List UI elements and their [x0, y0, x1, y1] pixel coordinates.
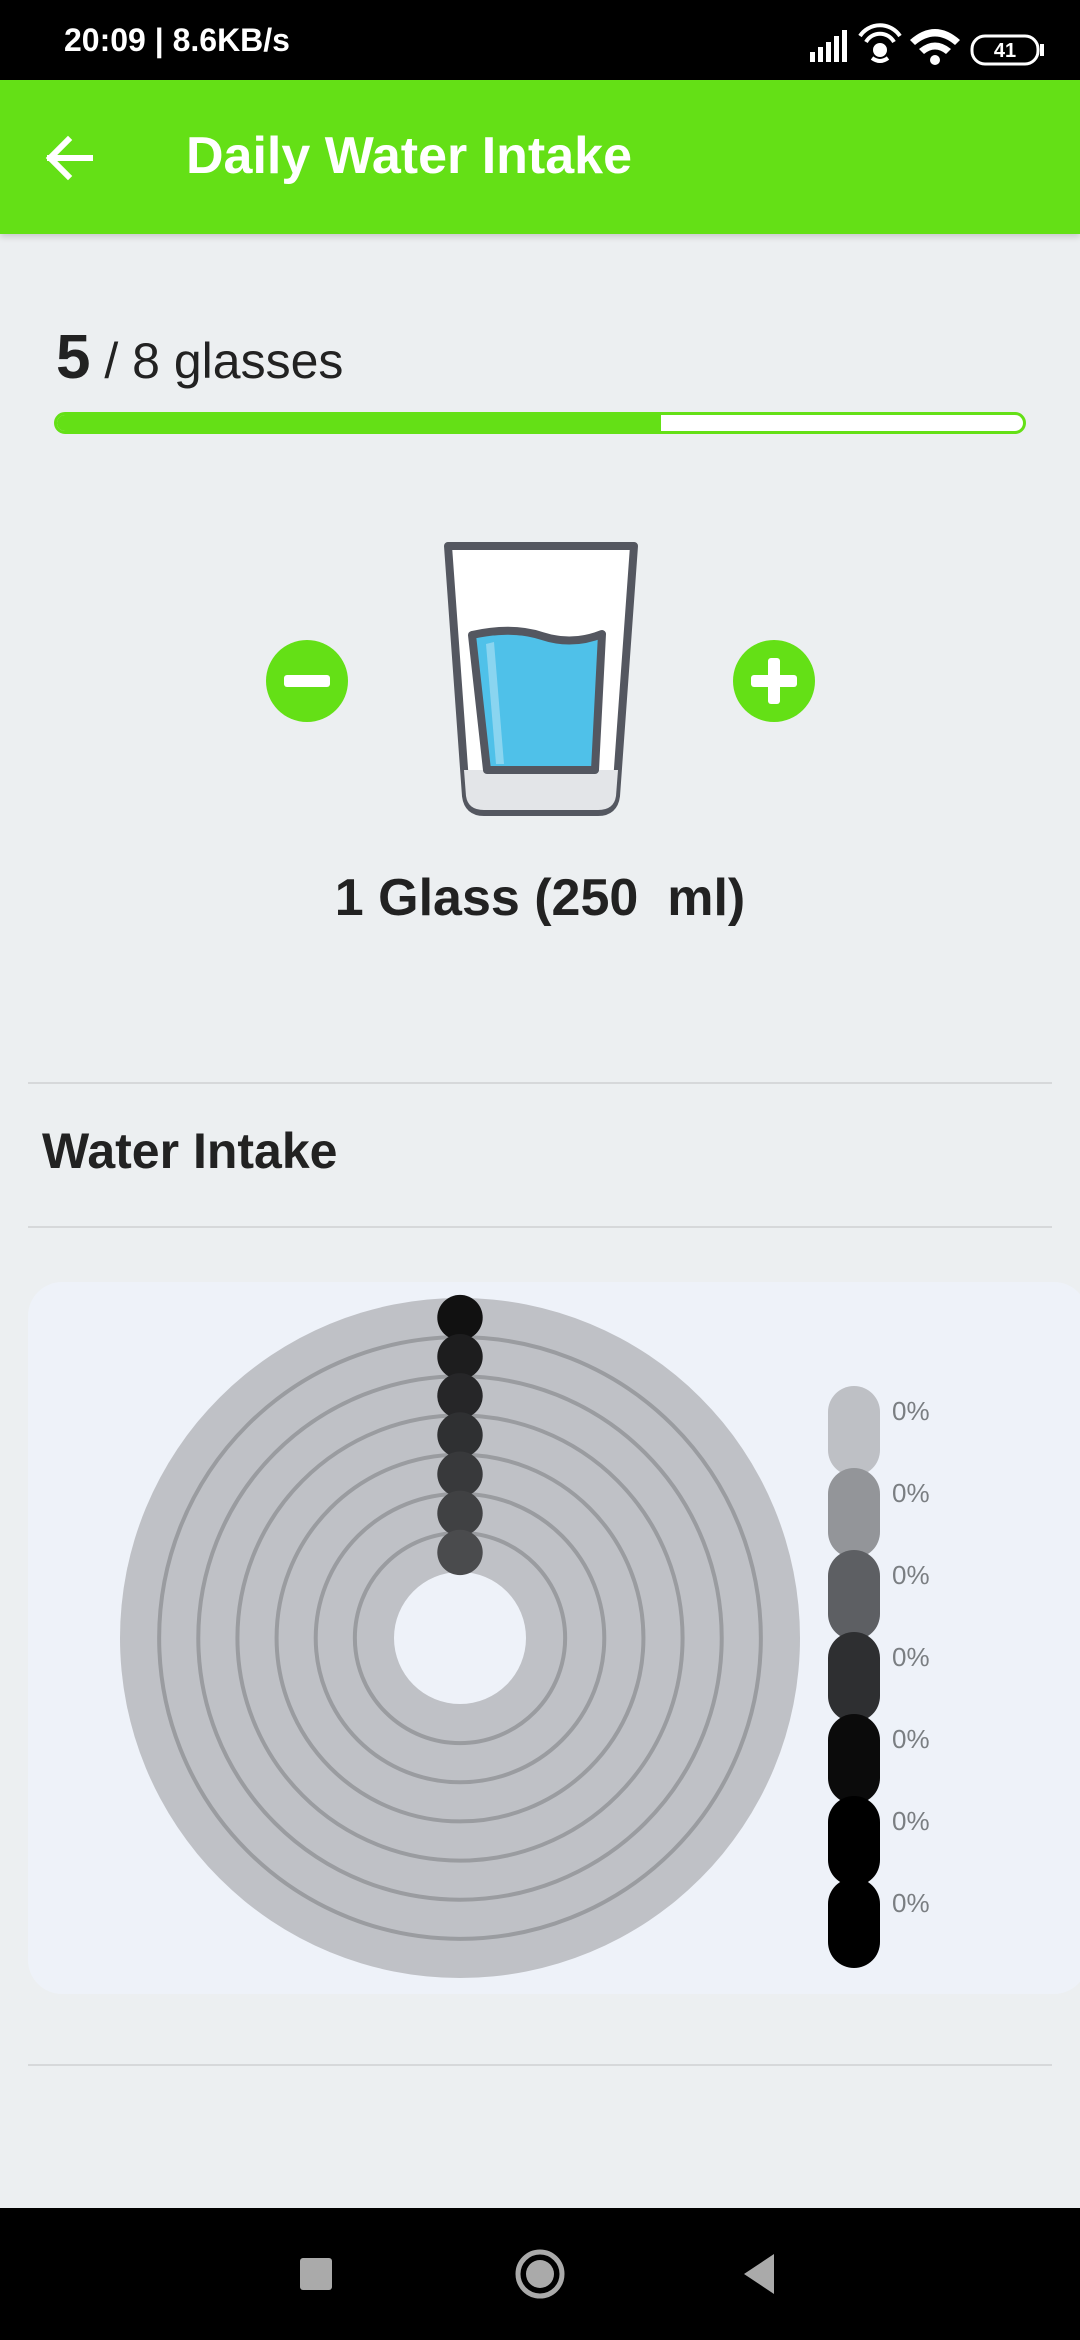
glass-count: 5 / 8 glasses	[56, 322, 343, 393]
legend-label: 0%	[892, 1396, 930, 1426]
status-time: 20:09 | 8.6KB/s	[64, 22, 290, 58]
section-title: Water Intake	[42, 1123, 338, 1179]
status-icons: 41	[810, 23, 1044, 66]
glass-size-label: 1 Glass (250 ml)	[334, 869, 746, 927]
legend-label: 0%	[892, 1478, 930, 1508]
glass-count-goal: / 8 glasses	[104, 333, 344, 389]
legend-label: 0%	[892, 1560, 930, 1590]
navigation-bar	[0, 2208, 1080, 2340]
intake-progress-bar	[54, 412, 1026, 434]
battery-icon: 41	[970, 34, 1044, 66]
divider	[28, 2064, 1052, 2066]
increase-glass-button[interactable]	[733, 640, 815, 722]
battery-level: 41	[994, 40, 1016, 62]
divider	[28, 1082, 1052, 1084]
glass-count-current: 5	[56, 323, 91, 392]
signal-icon	[810, 30, 847, 62]
app-bar: Daily Water Intake	[0, 80, 1080, 234]
back-icon[interactable]	[722, 2234, 802, 2314]
minus-icon	[284, 675, 330, 687]
legend-label: 0%	[892, 1888, 930, 1918]
home-icon[interactable]	[500, 2234, 580, 2314]
page-title: Daily Water Intake	[186, 127, 633, 185]
wifi-icon	[910, 29, 960, 65]
legend-label: 0%	[892, 1724, 930, 1754]
water-glass-icon	[444, 542, 638, 816]
intake-progress-fill	[57, 415, 661, 431]
legend-label: 0%	[892, 1642, 930, 1672]
recents-icon[interactable]	[276, 2234, 356, 2314]
legend-label: 0%	[892, 1806, 930, 1836]
decrease-glass-button[interactable]	[266, 640, 348, 722]
divider	[28, 1226, 1052, 1228]
back-arrow-icon[interactable]	[34, 122, 106, 194]
status-bar: 20:09 | 8.6KB/s 41	[0, 0, 1080, 80]
hotspot-icon	[858, 23, 902, 63]
